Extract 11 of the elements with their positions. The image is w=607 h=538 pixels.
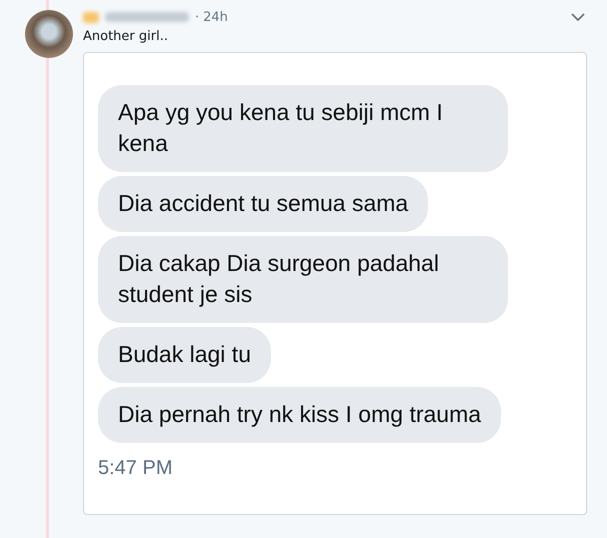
message-timestamp: 5:47 PM	[98, 457, 172, 480]
separator-dot: ·	[195, 10, 200, 24]
message-bubble: Apa yg you kena tu sebiji mcm I kena	[98, 85, 508, 172]
tweet-time[interactable]: 24h	[203, 10, 228, 24]
message-bubble: Dia cakap Dia surgeon padahal student je sis	[98, 236, 508, 323]
tweet-text: Another girl..	[83, 29, 169, 44]
message-bubble: Dia pernah try nk kiss I omg trauma	[98, 387, 502, 443]
message-bubble: Dia accident tu semua sama	[98, 176, 428, 232]
chevron-down-icon[interactable]	[571, 13, 585, 21]
message-bubble: Budak lagi tu	[98, 327, 271, 383]
avatar[interactable]	[24, 10, 72, 58]
